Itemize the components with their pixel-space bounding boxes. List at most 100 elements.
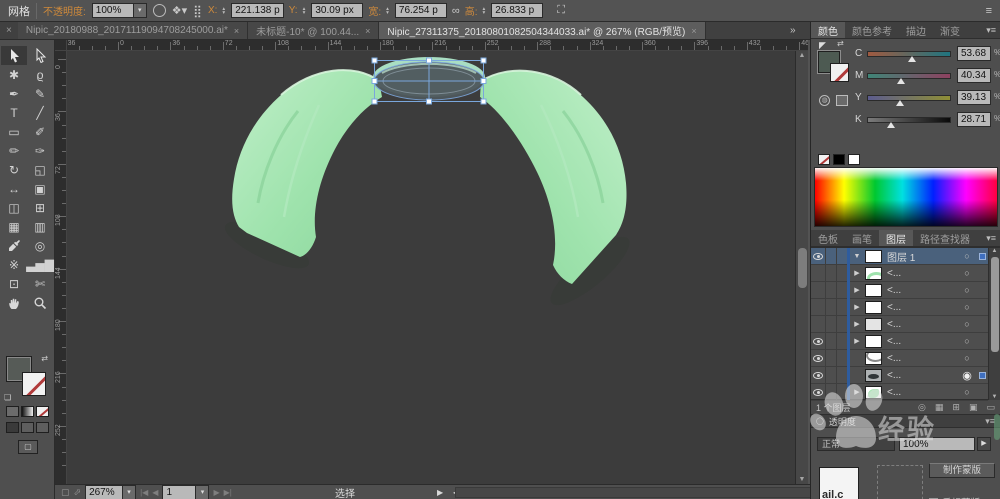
line-segment-tool[interactable]: ╱ [27, 103, 53, 122]
expand-toggle[interactable]: ▶ [849, 286, 865, 294]
opacity-dropdown-button[interactable]: ▾ [134, 3, 147, 18]
expand-toggle[interactable]: ▶ [849, 388, 865, 396]
brush-pen-tool[interactable]: ✎ [27, 84, 53, 103]
target-circle-icon[interactable]: ○ [958, 285, 976, 295]
column-graph-tool[interactable]: ▃▅▇ [27, 255, 53, 274]
target-circle-icon[interactable]: ◉ [958, 369, 976, 382]
mesh-tool[interactable]: ▦ [1, 217, 27, 236]
target-circle-icon[interactable]: ○ [958, 387, 976, 397]
free-transform-icon[interactable]: ⛶ [557, 4, 565, 17]
slider-thumb[interactable] [887, 122, 895, 128]
lasso-tool[interactable]: ϱ [27, 65, 53, 84]
rotate-tool[interactable]: ↻ [1, 160, 27, 179]
tab-路径查找器[interactable]: 路径查找器 [913, 230, 977, 246]
channel-slider[interactable] [867, 73, 951, 79]
target-circle-icon[interactable]: ○ [958, 336, 976, 346]
lock-toggle[interactable] [826, 265, 837, 281]
hscroll-page-right-icon[interactable]: ▶ [437, 488, 443, 497]
lock-toggle[interactable] [826, 367, 837, 383]
perspective-grid-tool[interactable]: ⊞ [27, 198, 53, 217]
draw-behind-button[interactable] [21, 422, 34, 433]
next-artboard-icon[interactable]: ▶ [213, 488, 219, 497]
draw-normal-button[interactable] [6, 422, 19, 433]
opacity-slider-button[interactable]: ▶ [977, 437, 991, 451]
rectangle-tool[interactable]: ▭ [1, 122, 27, 141]
transparency-header[interactable]: ◯ 透明度 ▾≡ [811, 415, 1000, 428]
blend-mode-select[interactable]: 正常 [817, 437, 895, 451]
paintbrush-tool[interactable]: ✐ [27, 122, 53, 141]
transform-value-input[interactable]: 30.09 px [311, 3, 363, 18]
canvas-vertical-scrollbar[interactable]: ▲ ▼ [795, 51, 808, 484]
scrollbar-thumb[interactable] [991, 257, 999, 352]
layer-row[interactable]: ▶<...○ [811, 384, 988, 401]
transparency-opacity-input[interactable]: 100% [899, 437, 975, 451]
layers-scrollbar[interactable]: ▲ ▼ [988, 248, 1000, 400]
layer-name[interactable]: <... [887, 285, 958, 296]
spinner-icon[interactable]: ▴▾ [483, 7, 486, 15]
layers-footer-icon-2[interactable]: ⊞ [952, 402, 960, 413]
channel-value-input[interactable]: 28.71 [957, 112, 991, 127]
layers-footer-icon-3[interactable]: ▣ [969, 402, 978, 413]
lock-toggle[interactable] [826, 248, 837, 264]
transform-value-input[interactable]: 26.833 p [491, 3, 543, 18]
stroke-swatch[interactable] [22, 372, 46, 396]
spinner-icon[interactable]: ▴▾ [222, 7, 225, 15]
target-circle-icon[interactable]: ○ [958, 251, 976, 261]
slider-thumb[interactable] [897, 78, 905, 84]
type-tool[interactable]: T [1, 103, 27, 122]
tab-颜色[interactable]: 颜色 [811, 22, 845, 38]
scroll-up-icon[interactable]: ▲ [796, 52, 808, 59]
black-swatch[interactable] [833, 154, 845, 165]
layer-row[interactable]: ▶<...○ [811, 299, 988, 316]
left-sleeve-shape[interactable] [232, 70, 382, 257]
visibility-toggle[interactable] [811, 316, 826, 332]
swap-fill-stroke-icon[interactable]: ⇄ [837, 39, 844, 48]
scale-tool[interactable]: ◱ [27, 160, 53, 179]
layer-row[interactable]: ▶<...○ [811, 265, 988, 282]
mask-thumbnail-slot[interactable] [877, 465, 923, 499]
color-mode-button[interactable] [6, 406, 19, 417]
lock-toggle[interactable] [826, 282, 837, 298]
fill-stroke-control[interactable]: ⇄ ❏ [6, 356, 48, 400]
channel-value-input[interactable]: 39.13 [957, 90, 991, 105]
layer-name[interactable]: <... [887, 336, 958, 347]
channel-value-input[interactable]: 40.34 [957, 68, 991, 83]
width-tool[interactable]: ↔ [1, 179, 27, 198]
layer-name[interactable]: <... [887, 353, 958, 364]
last-artboard-icon[interactable]: ▶| [224, 488, 232, 497]
panel-menu-icon[interactable]: ▾≡ [986, 25, 996, 36]
layer-row[interactable]: ▶ <...○ [811, 282, 988, 299]
zoom-level-input[interactable]: 267% [85, 485, 123, 499]
document-tab[interactable]: Nipic_27311375_20180801082504344033.ai* … [379, 22, 705, 39]
selection-tool[interactable] [1, 46, 27, 65]
artboard-nav-icon[interactable]: ▢ [61, 487, 70, 498]
expand-toggle[interactable]: ▼ [849, 253, 865, 260]
channel-value-input[interactable]: 53.68 [957, 46, 991, 61]
pen-tool[interactable]: ✒ [1, 84, 27, 103]
slider-thumb[interactable] [908, 56, 916, 62]
visibility-toggle[interactable] [811, 299, 826, 315]
transform-preset-icon[interactable]: ❖▾ [172, 4, 187, 17]
first-artboard-icon[interactable]: |◀ [140, 488, 148, 497]
visibility-toggle[interactable] [811, 350, 826, 366]
close-document-icon[interactable]: × [0, 22, 18, 39]
expand-toggle[interactable]: ▶ [849, 303, 865, 311]
channel-slider[interactable] [867, 117, 951, 123]
close-tab-icon[interactable]: × [234, 26, 239, 36]
layer-name[interactable]: <... [887, 319, 958, 330]
magic-wand-tool[interactable]: ✱ [1, 65, 27, 84]
layers-footer-icon-0[interactable]: ◎ [918, 402, 926, 413]
share-icon[interactable]: ⬀ [74, 487, 82, 498]
layers-footer-icon-4[interactable]: ▭ [986, 402, 995, 413]
layer-name[interactable]: 图层 1 [887, 249, 958, 264]
stroke-swatch[interactable] [830, 63, 849, 82]
artboard-canvas[interactable] [67, 51, 795, 484]
document-tab[interactable]: Nipic_20180988_20171119094708245000.ai*× [18, 22, 248, 39]
layer-row[interactable]: ▶<...○ [811, 316, 988, 333]
opacity-input[interactable]: 100% [92, 3, 134, 18]
hand-tool[interactable] [1, 293, 27, 312]
make-mask-button[interactable]: 制作蒙版 [929, 463, 995, 478]
lock-toggle[interactable] [826, 384, 837, 400]
tab-图层[interactable]: 图层 [879, 230, 913, 246]
channel-slider[interactable] [867, 95, 951, 101]
